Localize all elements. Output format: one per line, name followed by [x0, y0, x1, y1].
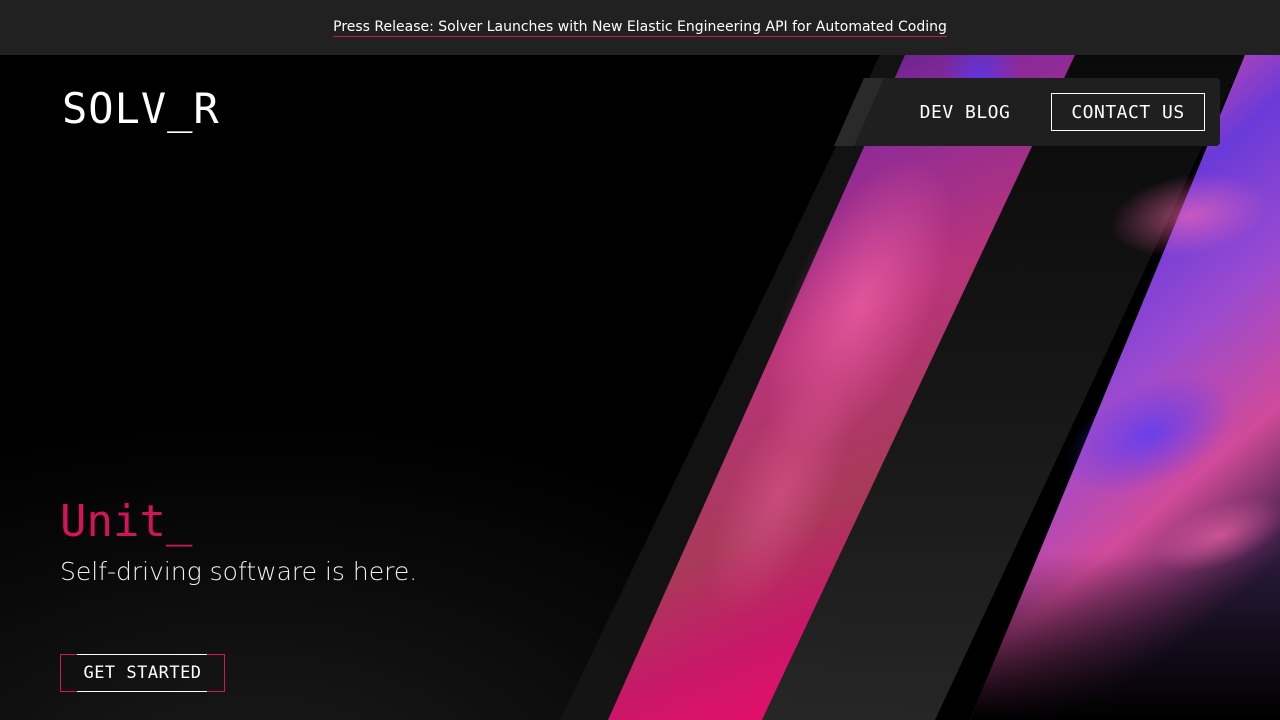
- hero-section: [0, 55, 1280, 720]
- get-started-button[interactable]: GET STARTED: [60, 654, 225, 692]
- press-release-link[interactable]: Press Release: Solver Launches with New …: [333, 19, 947, 37]
- brand-logo[interactable]: SOLV_R: [62, 88, 220, 130]
- hero-subtitle: Self-driving software is here.: [60, 557, 418, 586]
- hero-title: Unit_: [60, 496, 193, 547]
- hero-background-art: [560, 55, 1280, 720]
- announcement-bar: Press Release: Solver Launches with New …: [0, 0, 1280, 55]
- get-started-label: GET STARTED: [83, 663, 202, 683]
- contact-us-button[interactable]: CONTACT US: [1051, 93, 1205, 131]
- dev-blog-link[interactable]: DEV BLOG: [904, 93, 1026, 131]
